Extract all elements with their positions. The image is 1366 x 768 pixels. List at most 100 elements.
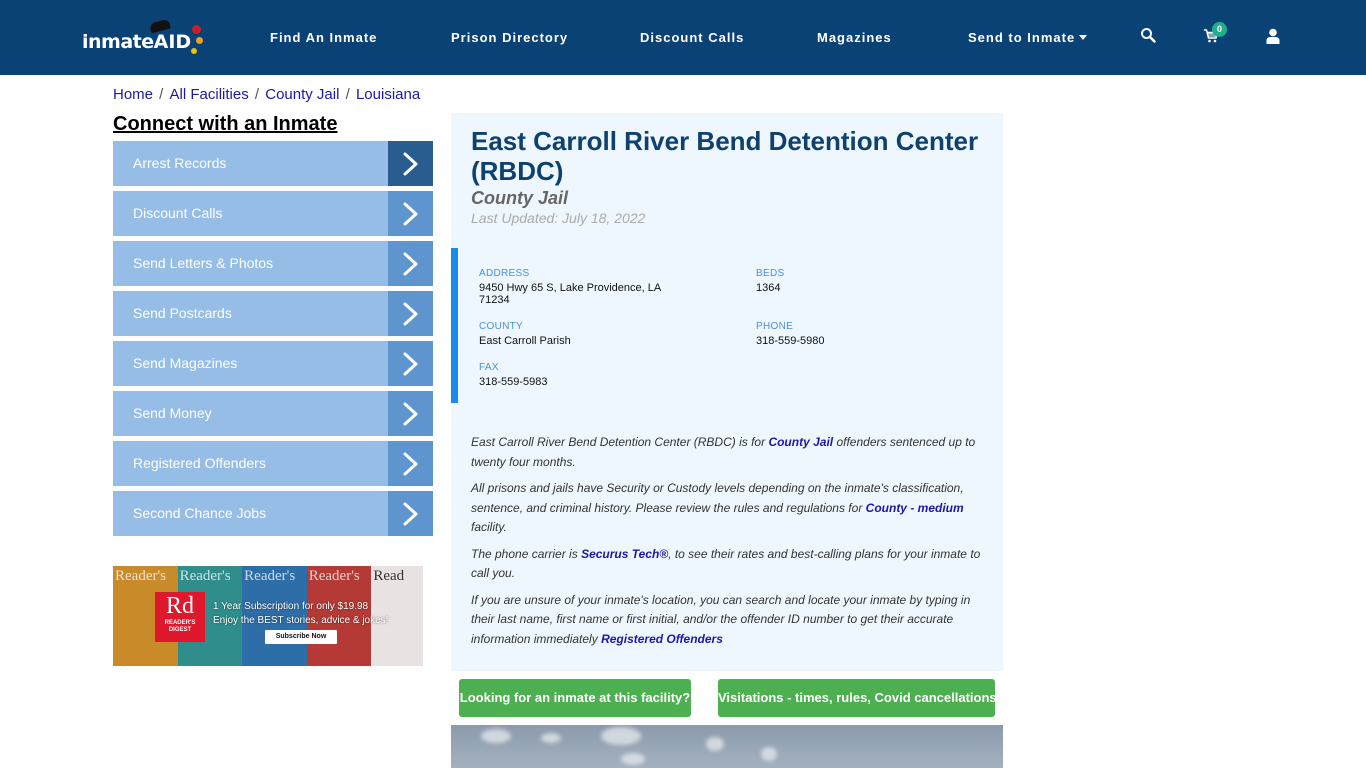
breadcrumb: Home / All Facilities / County Jail / Lo…	[113, 86, 420, 103]
sidebar-item-registered-offenders[interactable]: Registered Offenders	[113, 441, 433, 486]
fax-value: 318-559-5983	[479, 376, 548, 388]
facility-panel: East Carroll River Bend Detention Center…	[451, 113, 1003, 671]
sidebar-item-label: Send Postcards	[133, 305, 232, 321]
facility-name: East Carroll River Bend Detention Center…	[471, 126, 979, 186]
sidebar-item-label: Registered Offenders	[133, 455, 266, 471]
readers-digest-ad-banner[interactable]: Reader's Reader's Reader's Reader's Read…	[113, 566, 423, 666]
readers-digest-logo: Rd READER'S DIGEST	[155, 592, 205, 642]
text: East Carroll River Bend Detention Center…	[471, 435, 769, 449]
nav-find-an-inmate[interactable]: Find An Inmate	[270, 30, 377, 45]
breadcrumb-louisiana[interactable]: Louisiana	[356, 86, 420, 103]
sidebar-item-second-chance-jobs[interactable]: Second Chance Jobs	[113, 491, 433, 536]
site-logo[interactable]: inmate AID	[82, 18, 204, 56]
text: facility.	[471, 520, 507, 534]
county-field: COUNTY East Carroll Parish	[479, 321, 571, 347]
chevron-right-icon	[388, 441, 433, 486]
registered-offenders-link[interactable]: Registered Offenders	[601, 632, 723, 646]
sidebar-item-label: Second Chance Jobs	[133, 505, 267, 521]
beds-value: 1364	[756, 282, 781, 294]
nav-discount-calls[interactable]: Discount Calls	[640, 30, 744, 45]
sidebar-item-send-postcards[interactable]: Send Postcards	[113, 291, 433, 336]
leaf-icon	[192, 25, 202, 34]
ad-tagline: Enjoy the BEST stories, advice & jokes!	[213, 615, 389, 626]
cloud	[706, 737, 724, 751]
facility-info-box: ADDRESS 9450 Hwy 65 S, Lake Providence, …	[451, 248, 1003, 403]
facility-description: East Carroll River Bend Detention Center…	[471, 433, 986, 656]
county-value: East Carroll Parish	[479, 335, 571, 347]
field-label: FAX	[479, 362, 499, 373]
sidebar-item-label: Send Magazines	[133, 355, 238, 371]
sidebar-item-discount-calls[interactable]: Discount Calls	[113, 191, 433, 236]
breadcrumb-separator: /	[341, 86, 354, 103]
field-label: COUNTY	[479, 321, 524, 332]
sidebar-item-send-magazines[interactable]: Send Magazines	[113, 341, 433, 386]
field-label: ADDRESS	[479, 268, 530, 279]
leaf-icon	[196, 37, 204, 44]
fax-field: FAX 318-559-5983	[479, 362, 548, 388]
field-label: PHONE	[756, 321, 794, 332]
description-paragraph: East Carroll River Bend Detention Center…	[471, 433, 986, 472]
search-icon[interactable]	[1140, 27, 1160, 47]
chevron-right-icon	[388, 141, 433, 186]
county-jail-link[interactable]: County Jail	[768, 435, 833, 449]
address-line2: 71234	[479, 294, 510, 306]
chevron-right-icon	[388, 241, 433, 286]
cloud	[621, 753, 645, 765]
sidebar-item-send-letters-photos[interactable]: Send Letters & Photos	[113, 241, 433, 286]
text: The phone carrier is	[471, 546, 582, 561]
sidebar-item-arrest-records[interactable]: Arrest Records	[113, 141, 433, 186]
securus-tech-link[interactable]: Securus Tech®	[581, 547, 668, 561]
phone-field: PHONE 318-559-5980	[756, 321, 825, 347]
nav-send-to-inmate-label: Send to Inmate	[968, 30, 1076, 45]
field-label: BEDS	[756, 268, 785, 279]
cloud	[541, 733, 561, 743]
chevron-right-icon	[388, 191, 433, 236]
visitations-button[interactable]: Visitations - times, rules, Covid cancel…	[718, 679, 997, 717]
phone-value: 318-559-5980	[756, 335, 825, 347]
chevron-right-icon	[388, 491, 433, 536]
logo-name-line2: DIGEST	[168, 627, 192, 633]
ad-offer-text: 1 Year Subscription for only $19.98	[213, 601, 369, 612]
breadcrumb-separator: /	[250, 86, 264, 103]
facility-photo	[451, 725, 1003, 768]
county-medium-link[interactable]: County - medium	[866, 501, 964, 515]
breadcrumb-home[interactable]: Home	[113, 86, 153, 103]
cart-count-badge: 0	[1212, 22, 1227, 37]
chevron-right-icon	[388, 291, 433, 336]
facility-type: County Jail	[471, 188, 569, 208]
sidebar-item-label: Arrest Records	[133, 155, 227, 171]
cloud	[761, 747, 777, 761]
chevron-right-icon	[388, 341, 433, 386]
sidebar-title: Connect with an Inmate	[113, 113, 338, 135]
address-line1: 9450 Hwy 65 S, Lake Providence, LA	[479, 282, 662, 294]
cloud	[601, 727, 641, 745]
breadcrumb-separator: /	[155, 86, 168, 103]
logo-name-line1: READER'S	[164, 620, 196, 626]
find-inmate-at-facility-button[interactable]: Looking for an inmate at this facility?	[459, 679, 691, 717]
breadcrumb-all-facilities[interactable]: All Facilities	[170, 86, 249, 103]
top-navbar: inmate AID Find An Inmate Prison Directo…	[0, 0, 1366, 75]
breadcrumb-county-jail[interactable]: County Jail	[265, 86, 339, 103]
user-icon[interactable]	[1266, 28, 1286, 48]
sidebar-item-send-money[interactable]: Send Money	[113, 391, 433, 436]
nav-prison-directory[interactable]: Prison Directory	[451, 30, 568, 45]
logo-mark: Rd	[165, 593, 194, 619]
logo-accent: AID	[148, 18, 204, 56]
description-paragraph: All prisons and jails have Security or C…	[471, 479, 986, 538]
nav-magazines[interactable]: Magazines	[817, 30, 892, 45]
description-paragraph: If you are unsure of your inmate's locat…	[471, 591, 986, 650]
address-field: ADDRESS 9450 Hwy 65 S, Lake Providence, …	[479, 268, 679, 306]
last-updated: Last Updated: July 18, 2022	[471, 210, 646, 226]
description-paragraph: The phone carrier is Securus Tech®, to s…	[471, 545, 986, 584]
sidebar-menu: Arrest Records Discount Calls Send Lette…	[113, 141, 433, 541]
logo-accent-text: AID	[153, 31, 192, 53]
subscribe-now-button[interactable]: Subscribe Now	[265, 630, 337, 644]
nav-send-to-inmate[interactable]: Send to Inmate	[968, 30, 1088, 45]
sidebar-item-label: Discount Calls	[133, 205, 223, 221]
chevron-right-icon	[388, 391, 433, 436]
address-value: 9450 Hwy 65 S, Lake Providence, LA 71234	[479, 282, 679, 306]
logo-text: inmate	[82, 31, 154, 53]
beds-field: BEDS 1364	[756, 268, 784, 294]
sidebar-item-label: Send Money	[133, 405, 212, 421]
caret-down-icon	[1079, 35, 1088, 40]
